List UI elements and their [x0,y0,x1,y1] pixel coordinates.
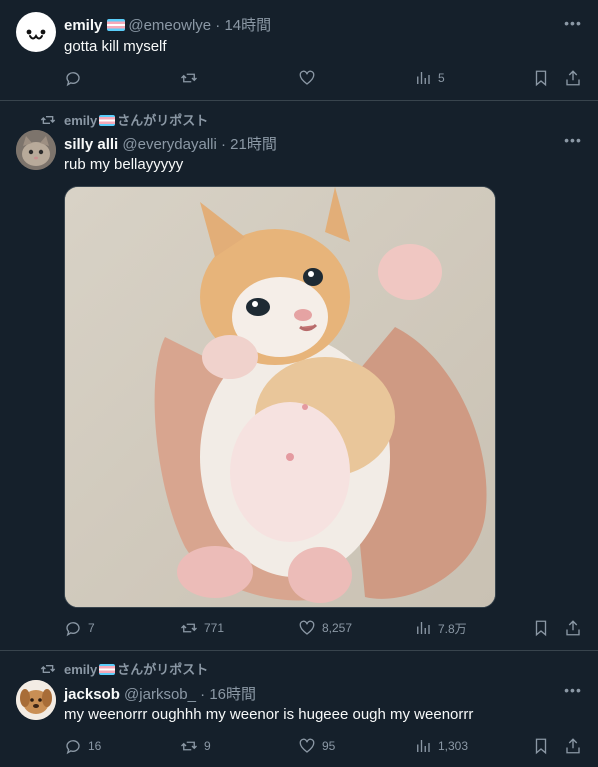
tweet-header: silly alli @everydayalli · 21時間 [64,133,277,154]
share-button[interactable] [564,618,582,638]
bookmark-button[interactable] [532,68,550,88]
avatar[interactable] [16,130,56,170]
retweet-button[interactable] [180,68,204,88]
tweet-text: rub my bellayyyyy [64,156,184,173]
more-options-button[interactable]: ••• [562,133,584,147]
action-bar: 5 [64,68,584,88]
retweet-icon [181,741,197,751]
bookmark-icon [535,70,547,87]
like-button[interactable]: 95 [298,736,335,756]
reposter-name[interactable]: emily [64,113,97,128]
views-button[interactable]: 1,303 [414,736,468,756]
like-button[interactable] [298,68,322,88]
retweet-small-icon [40,665,56,673]
reply-count: 16 [88,739,102,753]
divider [0,650,598,651]
trans-flag-icon [99,115,116,126]
heart-icon [299,70,315,85]
reposter-name[interactable]: emily [64,662,97,677]
reply-icon [66,740,80,755]
share-button[interactable] [564,736,582,756]
bookmark-button[interactable] [532,736,550,756]
views-chart-icon [417,622,430,634]
retweet-icon [181,623,197,633]
retweet-count: 9 [204,739,211,753]
heart-icon [299,738,315,753]
reply-count: 7 [88,621,95,635]
heart-icon [299,620,315,635]
views-count: 1,303 [438,739,469,753]
retweet-count: 771 [204,621,225,635]
timestamp[interactable]: 14時間 [224,17,271,34]
avatar[interactable] [16,680,56,720]
repost-indicator: emily さんがリポスト [40,659,208,678]
display-name[interactable]: silly alli [64,136,118,153]
handle[interactable]: @jarksob_ [124,686,196,703]
retweet-icon [181,73,197,83]
more-options-button[interactable]: ••• [562,683,584,697]
views-button[interactable]: 5 [414,68,445,88]
share-icon [566,70,580,86]
share-icon [566,620,580,636]
display-name[interactable]: jacksob [64,686,120,703]
handle[interactable]: @everydayalli [122,136,216,153]
share-button[interactable] [564,68,582,88]
bookmark-icon [535,738,547,755]
action-bar: 16 9 95 1,303 [64,736,584,756]
tweet-1[interactable]: emily @emeowlye · 14時間 ••• gotta kill mys… [0,0,598,100]
like-count: 95 [322,739,336,753]
separator: · [220,136,226,153]
handle[interactable]: @emeowlye [128,17,211,34]
more-options-button[interactable]: ••• [562,16,584,30]
views-chart-icon [417,72,430,84]
avatar[interactable] [16,12,56,52]
repost-indicator: emily さんがリポスト [40,110,208,129]
tweet-image[interactable] [64,186,496,608]
avatar-face-icon [26,29,46,40]
repost-suffix: さんがリポスト [117,662,209,677]
repost-suffix: さんがリポスト [117,113,209,128]
timestamp[interactable]: 21時間 [230,136,277,153]
bookmark-button[interactable] [532,618,550,638]
reply-button[interactable] [64,68,88,88]
separator: · [200,686,206,703]
trans-flag-icon [99,664,116,675]
cat-avatar-icon [16,130,56,170]
kitten-photo [65,187,495,607]
separator: · [215,17,221,34]
timestamp[interactable]: 16時間 [209,686,256,703]
dog-avatar-icon [16,680,56,720]
action-bar: 7 771 8,257 7.8万 [64,618,584,638]
views-count: 5 [438,71,445,85]
reply-icon [66,72,80,87]
reply-button[interactable]: 7 [64,618,95,638]
like-button[interactable]: 8,257 [298,618,352,638]
trans-flag-icon [107,19,126,31]
share-icon [566,738,580,754]
tweet-text: my weenorrr oughhh my weenor is hugeee o… [64,706,474,723]
views-count: 7.8万 [438,621,467,636]
reply-icon [66,622,80,637]
views-chart-icon [417,740,430,752]
like-count: 8,257 [322,621,353,635]
retweet-small-icon [40,116,56,124]
tweet-header: emily @emeowlye · 14時間 [64,14,271,35]
tweet-header: jacksob @jarksob_ · 16時間 [64,683,256,704]
views-button[interactable]: 7.8万 [414,618,467,638]
display-name[interactable]: emily [64,17,102,34]
reply-button[interactable]: 16 [64,736,101,756]
retweet-button[interactable]: 9 [180,736,211,756]
bookmark-icon [535,620,547,637]
tweet-text: gotta kill myself [64,38,167,55]
retweet-button[interactable]: 771 [180,618,224,638]
